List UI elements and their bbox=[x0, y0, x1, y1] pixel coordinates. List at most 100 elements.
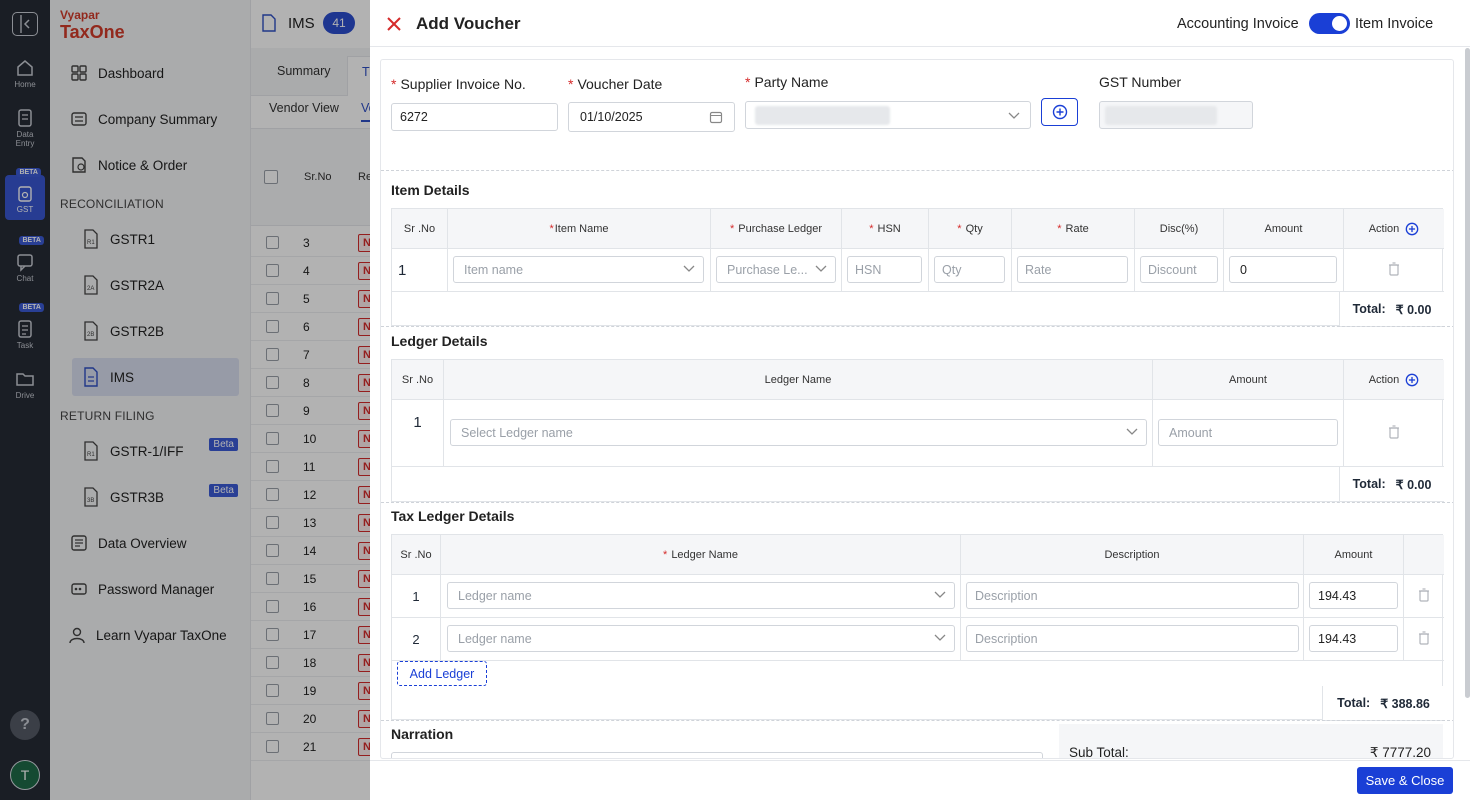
add-ledger-row-button[interactable] bbox=[1405, 373, 1419, 387]
row-checkbox[interactable] bbox=[266, 572, 279, 585]
tab-second[interactable]: Tr bbox=[347, 56, 370, 96]
close-button[interactable] bbox=[384, 14, 404, 34]
row-checkbox[interactable] bbox=[266, 600, 279, 613]
rail-gst[interactable]: BETA GST bbox=[5, 168, 45, 220]
add-party-button[interactable] bbox=[1041, 98, 1078, 126]
table-row[interactable]: 8N bbox=[251, 369, 370, 397]
sidebar-item-password-manager[interactable]: Password Manager bbox=[70, 571, 248, 607]
header-checkbox[interactable] bbox=[264, 170, 278, 184]
sidebar-item-gstr1[interactable]: R1 GSTR1 bbox=[82, 221, 238, 257]
col-srno: Sr .No bbox=[392, 209, 448, 249]
table-row[interactable]: 18 N bbox=[251, 649, 370, 677]
invoice-type-toggle[interactable] bbox=[1309, 13, 1350, 34]
row-checkbox[interactable] bbox=[266, 740, 279, 753]
delete-item-button[interactable] bbox=[1388, 261, 1400, 279]
table-row[interactable]: 10 N bbox=[251, 425, 370, 453]
table-row[interactable]: 4N bbox=[251, 257, 370, 285]
subtab-second[interactable]: Ve bbox=[361, 101, 370, 122]
table-row[interactable]: 9N bbox=[251, 397, 370, 425]
row-checkbox[interactable] bbox=[266, 712, 279, 725]
save-close-button[interactable]: Save & Close bbox=[1357, 767, 1453, 794]
row-checkbox[interactable] bbox=[266, 320, 279, 333]
narration-textarea[interactable] bbox=[391, 752, 1043, 758]
table-row[interactable]: 7N bbox=[251, 341, 370, 369]
add-item-row-button[interactable] bbox=[1405, 222, 1419, 236]
table-row[interactable]: 20 N bbox=[251, 705, 370, 733]
chevron-down-icon bbox=[683, 265, 695, 272]
sidebar-item-dashboard[interactable]: Dashboard bbox=[70, 55, 248, 91]
item-name-select[interactable]: Item name bbox=[453, 256, 704, 283]
table-row[interactable]: 15 N bbox=[251, 565, 370, 593]
tax-amount-input[interactable]: 194.43 bbox=[1309, 582, 1398, 609]
row-checkbox[interactable] bbox=[266, 656, 279, 669]
row-checkbox[interactable] bbox=[266, 236, 279, 249]
table-row[interactable]: 11 N bbox=[251, 453, 370, 481]
sidebar-item-ims[interactable]: IMS bbox=[72, 358, 239, 396]
rail-chat[interactable]: BETA Chat bbox=[0, 236, 50, 283]
collapse-sidebar-button[interactable] bbox=[12, 12, 38, 36]
tax-amount-input[interactable]: 194.43 bbox=[1309, 625, 1398, 652]
sidebar-item-gstr1-iff[interactable]: R1 GSTR-1/IFF Beta bbox=[82, 433, 238, 469]
table-row[interactable]: 3N bbox=[251, 229, 370, 257]
tax-description-input[interactable]: Description bbox=[966, 582, 1299, 609]
add-ledger-button[interactable]: Add Ledger bbox=[397, 661, 487, 686]
row-checkbox[interactable] bbox=[266, 376, 279, 389]
delete-ledger-button[interactable] bbox=[1388, 424, 1400, 442]
sidebar-item-gstr3b[interactable]: 3B GSTR3B Beta bbox=[82, 479, 238, 515]
rail-data-entry[interactable]: Data Entry bbox=[0, 108, 50, 148]
table-row[interactable]: 13 N bbox=[251, 509, 370, 537]
discount-input[interactable]: Discount bbox=[1140, 256, 1218, 283]
table-row[interactable]: 16 N bbox=[251, 593, 370, 621]
row-checkbox[interactable] bbox=[266, 544, 279, 557]
row-checkbox[interactable] bbox=[266, 488, 279, 501]
tax-ledger-select[interactable]: Ledger name bbox=[447, 582, 955, 609]
rail-drive[interactable]: Drive bbox=[0, 369, 50, 400]
panel-scrollbar[interactable] bbox=[1465, 48, 1470, 698]
table-row[interactable]: 17 N bbox=[251, 621, 370, 649]
row-status-badge: N bbox=[358, 430, 370, 448]
ledger-name-select[interactable]: Select Ledger name bbox=[450, 419, 1147, 446]
rail-home[interactable]: Home bbox=[0, 58, 50, 89]
sidebar-item-gstr2b[interactable]: 2B GSTR2B bbox=[82, 313, 238, 349]
help-button[interactable]: ? bbox=[10, 710, 40, 740]
table-row[interactable]: 19 N bbox=[251, 677, 370, 705]
sidebar-item-gstr2a[interactable]: 2A GSTR2A bbox=[82, 267, 238, 303]
ledger-amount-input[interactable]: Amount bbox=[1158, 419, 1338, 446]
row-checkbox[interactable] bbox=[266, 460, 279, 473]
row-checkbox[interactable] bbox=[266, 292, 279, 305]
sidebar-item-company-summary[interactable]: Company Summary bbox=[70, 101, 248, 137]
tax-description-input[interactable]: Description bbox=[966, 625, 1299, 652]
sidebar-item-learn[interactable]: Learn Vyapar TaxOne bbox=[68, 617, 246, 653]
purchase-ledger-select[interactable]: Purchase Le... bbox=[716, 256, 836, 283]
row-checkbox[interactable] bbox=[266, 628, 279, 641]
sidebar-item-data-overview[interactable]: Data Overview bbox=[70, 525, 248, 561]
table-row[interactable]: 6N bbox=[251, 313, 370, 341]
party-name-select[interactable] bbox=[745, 101, 1031, 129]
tax-ledger-select[interactable]: Ledger name bbox=[447, 625, 955, 652]
row-status-badge: N bbox=[358, 486, 370, 504]
table-row[interactable]: 21 N bbox=[251, 733, 370, 761]
voucher-date-input[interactable]: 01/10/2025 bbox=[568, 102, 735, 132]
row-checkbox[interactable] bbox=[266, 404, 279, 417]
rail-task[interactable]: BETA Task bbox=[0, 303, 50, 350]
rate-input[interactable]: Rate bbox=[1017, 256, 1128, 283]
qty-input[interactable]: Qty bbox=[934, 256, 1005, 283]
row-checkbox[interactable] bbox=[266, 684, 279, 697]
tab-summary[interactable]: Summary bbox=[277, 64, 330, 78]
delete-tax-ledger-button[interactable] bbox=[1418, 587, 1430, 605]
table-row[interactable]: 5N bbox=[251, 285, 370, 313]
row-checkbox[interactable] bbox=[266, 432, 279, 445]
table-row[interactable]: 14 N bbox=[251, 537, 370, 565]
item-amount-input[interactable]: 0 bbox=[1229, 256, 1337, 283]
avatar[interactable]: T bbox=[10, 760, 40, 790]
sidebar-item-notice-order[interactable]: Notice & Order bbox=[70, 147, 248, 183]
delete-tax-ledger-button[interactable] bbox=[1418, 630, 1430, 648]
subtab-vendor-view[interactable]: Vendor View bbox=[269, 101, 339, 115]
table-row[interactable]: 12 N bbox=[251, 481, 370, 509]
supplier-invoice-input[interactable]: 6272 bbox=[391, 103, 558, 131]
row-checkbox[interactable] bbox=[266, 348, 279, 361]
row-checkbox[interactable] bbox=[266, 264, 279, 277]
row-checkbox[interactable] bbox=[266, 516, 279, 529]
hsn-input[interactable]: HSN bbox=[847, 256, 922, 283]
row-number: 7 bbox=[303, 348, 310, 362]
